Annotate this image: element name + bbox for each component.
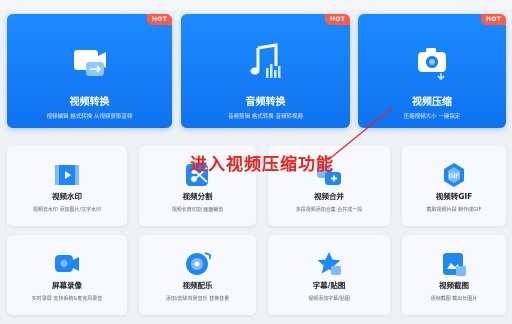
card-subtitle: 视频编辑 格式转换 从视频获取音频 bbox=[46, 114, 133, 120]
subtitle-sticker-card[interactable]: 字幕/贴图 视频添加字幕/贴图 bbox=[268, 235, 390, 315]
card-subtitle: 视频去水印 添加图片/文字水印 bbox=[32, 207, 102, 213]
card-subtitle: 添加/去除背景音乐 替换音量 bbox=[165, 296, 230, 302]
video-convert-card[interactable]: HOT 视频转换 视频编辑 格式转换 从视频获取音频 bbox=[7, 14, 172, 128]
card-title: 视频合并 bbox=[314, 192, 344, 201]
video-convert-icon bbox=[73, 50, 106, 76]
card-title: 视频截图 bbox=[439, 281, 469, 290]
hot-badge: HOT bbox=[480, 14, 506, 25]
screen-record-icon bbox=[55, 255, 79, 272]
screen-record-card[interactable]: 屏幕录像 实时录屏 支持系统&麦克风录音 bbox=[7, 235, 127, 315]
card-title: 视频转换 bbox=[69, 97, 110, 108]
card-title: 视频转GIF bbox=[435, 192, 473, 201]
card-subtitle: 视频长度切割 画面裁剪 bbox=[171, 207, 224, 213]
video-music-icon bbox=[185, 252, 211, 275]
card-title: 视频压缩 bbox=[412, 97, 452, 108]
card-subtitle: 压缩视频大小 一键搞定 bbox=[403, 114, 461, 120]
video-watermark-icon bbox=[55, 165, 79, 185]
svg-text:GIF: GIF bbox=[449, 174, 459, 180]
card-subtitle: 多段视频添加合集 合并成一段 bbox=[295, 207, 363, 213]
video-screenshot-icon bbox=[443, 253, 466, 276]
card-subtitle: 逐帧截图 截出长图片 bbox=[430, 296, 478, 302]
top-strip bbox=[0, 0, 512, 10]
video-to-gif-icon: GIF bbox=[444, 163, 464, 187]
video-compress-card[interactable]: HOT 视频压缩 压缩视频大小 一键搞定 bbox=[358, 14, 506, 128]
card-subtitle: 音频剪辑 格式转换 音频转视频 bbox=[228, 114, 303, 120]
card-subtitle: 实时录屏 支持系统&麦克风录音 bbox=[31, 296, 103, 302]
card-title: 视频配乐 bbox=[182, 281, 213, 290]
card-subtitle: 截取视频片段 制作成GIF bbox=[426, 207, 482, 213]
audio-convert-icon bbox=[250, 43, 280, 78]
card-title: 视频水印 bbox=[52, 192, 82, 201]
video-to-gif-card[interactable]: GIF 视频转GIF 截取视频片段 制作成GIF bbox=[402, 146, 506, 226]
hot-badge: HOT bbox=[324, 14, 350, 25]
video-screenshot-card[interactable]: 视频截图 逐帧截图 截出长图片 bbox=[402, 235, 506, 315]
video-music-card[interactable]: 视频配乐 添加/去除背景音乐 替换音量 bbox=[139, 235, 256, 315]
card-subtitle: 视频添加字幕/贴图 bbox=[308, 296, 350, 302]
subtitle-sticker-icon bbox=[317, 252, 341, 275]
audio-convert-card[interactable]: HOT 音频转换 音频剪辑 格式转换 音频转视频 bbox=[181, 14, 350, 128]
card-title: 屏幕录像 bbox=[52, 281, 82, 290]
card-title: 音频转换 bbox=[245, 97, 286, 108]
video-compress-icon bbox=[418, 48, 446, 81]
video-watermark-card[interactable]: 视频水印 视频去水印 添加图片/文字水印 bbox=[7, 146, 127, 226]
hot-badge: HOT bbox=[146, 14, 172, 25]
annotation-text: 进入视频压缩功能 bbox=[190, 155, 334, 175]
card-title: 视频分割 bbox=[182, 192, 213, 201]
card-title: 字幕/贴图 bbox=[312, 281, 346, 290]
